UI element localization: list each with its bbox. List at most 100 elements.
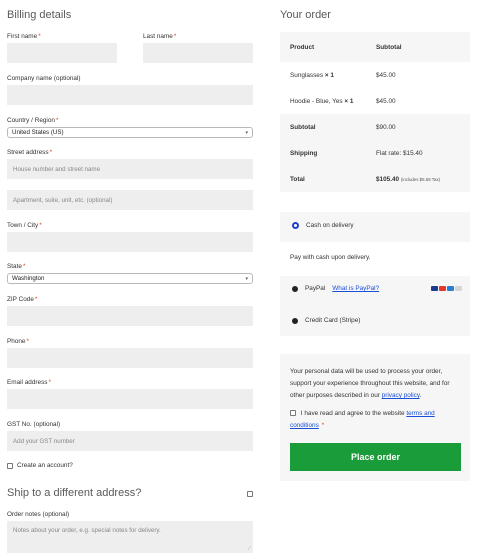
street-group: Street address* House number and street … xyxy=(7,149,253,210)
zip-label: ZIP Code xyxy=(7,296,34,303)
product-name: Hoodie - Blue, Yes xyxy=(290,97,343,105)
col-subtotal: Subtotal xyxy=(376,43,402,51)
payment-option-stripe[interactable]: Credit Card (Stripe) xyxy=(292,317,360,324)
required-mark: * xyxy=(173,33,177,40)
email-field[interactable] xyxy=(7,389,253,409)
gst-label: GST No. (optional) xyxy=(7,421,61,428)
create-account-checkbox[interactable] xyxy=(7,462,13,469)
first-name-label: First name xyxy=(7,33,38,40)
order-notes-group: Order notes (optional) Notes about your … xyxy=(7,511,253,553)
first-name-group: First name* xyxy=(7,33,117,63)
town-field[interactable] xyxy=(7,232,253,252)
resize-handle-icon[interactable]: ⟋ xyxy=(247,546,251,552)
col-product: Product xyxy=(290,43,315,51)
order-table-header: Product Subtotal xyxy=(280,32,470,62)
order-review-table: Product Subtotal Sunglasses × 1 $45.00 H… xyxy=(280,32,470,192)
gst-group: GST No. (optional) Add your GST number xyxy=(7,421,253,451)
total-value: $105.40 xyxy=(376,175,400,183)
card-logos-icon xyxy=(431,286,462,291)
product-qty: × 1 xyxy=(344,97,354,105)
privacy-text-block: Your personal data will be used to proce… xyxy=(290,368,450,399)
country-value: United States (US) xyxy=(12,129,64,136)
billing-heading: Billing details xyxy=(7,9,72,21)
radio-unselected-icon[interactable] xyxy=(292,317,298,324)
card-label: Credit Card (Stripe) xyxy=(305,317,361,324)
company-group: Company name (optional) xyxy=(7,75,253,105)
radio-selected-icon[interactable] xyxy=(292,222,299,229)
create-account-row: Create an account? xyxy=(7,462,73,469)
first-name-field[interactable] xyxy=(7,43,117,63)
state-label: State xyxy=(7,263,22,270)
cod-description: Pay with cash upon delivery. xyxy=(290,254,371,261)
shipping-row: Shipping Flat rate: $15.40 xyxy=(280,140,470,166)
phone-field[interactable] xyxy=(7,348,253,368)
total-tax-note: (includes $5.58 Tax) xyxy=(400,176,441,182)
last-name-group: Last name* xyxy=(143,33,253,63)
country-label: Country / Region xyxy=(7,117,55,124)
table-row: Sunglasses × 1 $45.00 xyxy=(280,62,470,88)
terms-text: I have read and agree to the website xyxy=(300,410,405,417)
paypal-label: PayPal xyxy=(305,285,326,292)
company-label: Company name (optional) xyxy=(7,75,81,82)
ship-different-heading: Ship to a different address? xyxy=(7,487,142,499)
order-notes-textarea[interactable]: Notes about your order, e.g. special not… xyxy=(7,521,253,553)
cod-description-box: Pay with cash upon delivery. xyxy=(280,242,470,276)
phone-label: Phone xyxy=(7,338,26,345)
country-select[interactable]: United States (US) ▾ xyxy=(7,127,253,138)
terms-checkbox[interactable] xyxy=(290,410,296,417)
town-group: Town / City* xyxy=(7,222,253,252)
last-name-field[interactable] xyxy=(143,43,253,63)
product-qty: × 1 xyxy=(324,71,334,79)
email-group: Email address* xyxy=(7,379,253,409)
payment-methods: Cash on delivery Pay with cash upon deli… xyxy=(280,212,470,336)
chevron-down-icon: ▾ xyxy=(245,275,248,282)
place-order-button[interactable]: Place order xyxy=(290,443,461,471)
table-row: Hoodie - Blue, Yes × 1 $45.00 xyxy=(280,88,470,114)
country-group: Country / Region* United States (US) ▾ xyxy=(7,117,253,138)
product-name: Sunglasses xyxy=(290,71,324,79)
required-mark: * xyxy=(22,263,26,270)
town-label: Town / City xyxy=(7,222,39,229)
total-row: Total $105.40 (includes $5.58 Tax) xyxy=(280,166,470,192)
company-field[interactable] xyxy=(7,85,253,105)
cod-label: Cash on delivery xyxy=(306,222,354,229)
gst-field[interactable]: Add your GST number xyxy=(7,431,253,451)
payment-option-cod[interactable]: Cash on delivery xyxy=(292,222,354,229)
zip-field[interactable] xyxy=(7,306,253,326)
required-mark: * xyxy=(321,422,325,429)
order-notes-placeholder: Notes about your order, e.g. special not… xyxy=(13,527,161,534)
required-mark: * xyxy=(55,117,59,124)
state-group: State* Washington ▾ xyxy=(7,263,253,284)
last-name-label: Last name xyxy=(143,33,173,40)
payment-option-paypal[interactable]: PayPal What is PayPal? xyxy=(292,285,462,292)
subtotal-row: Subtotal $90.00 xyxy=(280,114,470,140)
ship-different-checkbox[interactable] xyxy=(247,491,253,497)
phone-group: Phone* xyxy=(7,338,253,368)
required-mark: * xyxy=(49,149,53,156)
privacy-text: Your personal data will be used to proce… xyxy=(290,368,450,399)
required-mark: * xyxy=(26,338,29,345)
shipping-value: Flat rate: $15.40 xyxy=(376,149,423,157)
order-notes-label: Order notes (optional) xyxy=(7,511,70,518)
shipping-label: Shipping xyxy=(290,149,318,157)
chevron-down-icon: ▾ xyxy=(245,129,248,136)
street2-field[interactable]: Apartment, suite, unit, etc. (optional) xyxy=(7,190,253,210)
product-subtotal: $45.00 xyxy=(376,97,396,105)
zip-group: ZIP Code* xyxy=(7,296,253,326)
required-mark: * xyxy=(34,296,38,303)
terms-row: I have read and agree to the website ter… xyxy=(290,408,460,432)
required-mark: * xyxy=(39,222,42,229)
state-value: Washington xyxy=(12,275,45,282)
required-mark: * xyxy=(38,33,41,40)
radio-unselected-icon[interactable] xyxy=(292,285,298,292)
order-heading: Your order xyxy=(280,9,331,21)
what-is-paypal-link[interactable]: What is PayPal? xyxy=(332,285,379,292)
product-subtotal: $45.00 xyxy=(376,71,396,79)
email-label: Email address xyxy=(7,379,48,386)
required-mark: * xyxy=(48,379,52,386)
total-label: Total xyxy=(290,175,305,183)
subtotal-label: Subtotal xyxy=(290,123,316,131)
privacy-policy-link[interactable]: privacy policy xyxy=(382,392,420,399)
street-field[interactable]: House number and street name xyxy=(7,159,253,179)
state-select[interactable]: Washington ▾ xyxy=(7,273,253,284)
